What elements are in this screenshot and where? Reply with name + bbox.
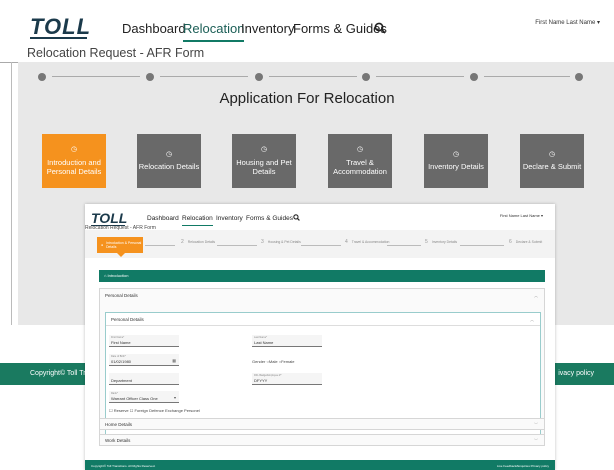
clock-icon: ◷ xyxy=(548,150,556,158)
search-icon[interactable] xyxy=(293,214,300,221)
nav-forms-guides[interactable]: Forms & Guides xyxy=(246,215,293,222)
chevron-up-icon[interactable]: ︿ xyxy=(534,293,538,299)
copyright-text: Copyright© Toll Tra xyxy=(30,370,90,377)
copyright-text: Copyright© Toll Transitions. All Rights … xyxy=(91,463,156,468)
step-card-housing[interactable]: ◷ Housing and Pet Details xyxy=(232,134,296,188)
nav-inventory[interactable]: Inventory xyxy=(216,215,243,222)
nav-relocation[interactable]: Relocation xyxy=(182,215,213,226)
stepper xyxy=(85,230,555,258)
footer-links[interactable]: Live Feedback/Enquiries Privacy policy xyxy=(497,464,549,468)
first-name-field[interactable]: First Name* First Name xyxy=(109,335,179,347)
clock-icon: ◷ xyxy=(452,150,460,158)
step-intro[interactable]: ● Introduction & Personal Details xyxy=(97,237,143,257)
step-card-travel[interactable]: ◷ Travel & Accommodation xyxy=(328,134,392,188)
step-housing[interactable]: 3 Housing & Pet Details xyxy=(261,239,301,245)
nav-forms-guides[interactable]: Forms & Guides xyxy=(293,21,387,36)
step-inventory[interactable]: 5 Inventory Details xyxy=(425,239,457,245)
step-connector xyxy=(387,245,421,246)
progress-dot-3 xyxy=(255,73,263,81)
top-navbar: TOLL Dashboard Relocation Inventory Form… xyxy=(0,0,614,44)
step-connector xyxy=(460,245,504,246)
step-connector xyxy=(217,245,257,246)
employee-id-field[interactable]: DFL Badge/Employee #* DFYYY xyxy=(252,373,322,385)
step-declare[interactable]: 6 Declare & Submit xyxy=(509,239,542,245)
progress-line xyxy=(52,76,140,77)
clock-icon: ◷ xyxy=(356,146,364,154)
step-check-icon: ● xyxy=(101,243,104,247)
footer: Copyright© Toll Transitions. All Rights … xyxy=(85,460,555,470)
form-heading: Application For Relocation xyxy=(219,90,395,107)
step-relocation[interactable]: 2 Relocation Details xyxy=(181,239,215,245)
home-details-section[interactable]: Home Details ﹀ xyxy=(99,418,545,430)
user-menu[interactable]: First Name Last Name ▾ xyxy=(535,19,600,26)
user-menu[interactable]: First Name Last Name ▾ xyxy=(500,213,543,218)
nav-relocation[interactable]: Relocation xyxy=(183,21,245,42)
privacy-link[interactable]: ivacy policy xyxy=(558,370,594,377)
step-card-relocation[interactable]: ◷ Relocation Details xyxy=(137,134,201,188)
inset-screenshot: TOLL Dashboard Relocation Inventory Form… xyxy=(85,204,555,470)
step-card-declare[interactable]: ◷ Declare & Submit xyxy=(520,134,584,188)
nav-dashboard[interactable]: Dashboard xyxy=(122,21,186,36)
department-field[interactable]: Department xyxy=(109,373,179,385)
progress-line xyxy=(269,76,357,77)
chevron-up-icon[interactable]: ︿ xyxy=(530,317,534,323)
chevron-down-icon[interactable]: ﹀ xyxy=(534,438,538,444)
search-icon[interactable] xyxy=(374,22,386,34)
toll-logo[interactable]: TOLL xyxy=(91,210,127,226)
step-travel[interactable]: 4 Travel & Accommodation xyxy=(345,239,389,245)
calendar-icon[interactable]: ▦ xyxy=(172,358,176,363)
progress-dot-4 xyxy=(362,73,370,81)
toll-logo[interactable]: TOLL xyxy=(30,14,91,40)
step-card-inventory[interactable]: ◷ Inventory Details xyxy=(424,134,488,188)
nav-inventory[interactable]: Inventory xyxy=(241,21,294,36)
nav-dashboard[interactable]: Dashboard xyxy=(147,215,179,222)
progress-line xyxy=(160,76,248,77)
chevron-down-icon[interactable]: ﹀ xyxy=(534,422,538,428)
progress-line xyxy=(376,76,464,77)
work-details-section[interactable]: Work Details ﹀ xyxy=(99,434,545,446)
step-connector xyxy=(145,245,175,246)
introduction-bar[interactable]: ⌂ Introduction xyxy=(99,270,545,282)
progress-dot-6 xyxy=(575,73,583,81)
progress-dot-5 xyxy=(470,73,478,81)
dob-field[interactable]: Date of Birth* 01/02/1980 ▦ xyxy=(109,354,179,366)
divider xyxy=(11,62,12,363)
progress-dot-2 xyxy=(146,73,154,81)
page-title: Relocation Request - AFR Form xyxy=(27,46,205,60)
clock-icon: ◷ xyxy=(260,146,268,154)
gender-radio-group: Gender ○Male ○Female xyxy=(252,359,295,364)
clock-icon: ◷ xyxy=(70,146,78,154)
card-header[interactable]: Personal Details ︿ xyxy=(106,313,540,326)
chevron-down-icon[interactable]: ▾ xyxy=(174,395,176,400)
checkbox-group: ☐ Reserve ☐ Foreign Defence Exchange Per… xyxy=(109,408,200,413)
progress-line xyxy=(484,76,570,77)
step-card-intro[interactable]: ◷ Introduction and Personal Details xyxy=(42,134,106,188)
clock-icon: ◷ xyxy=(165,150,173,158)
progress-dot-1 xyxy=(38,73,46,81)
section-header-personal[interactable]: Personal Details ︿ xyxy=(100,289,544,302)
step-connector xyxy=(301,245,341,246)
last-name-field[interactable]: Last Name* Last Name xyxy=(252,335,322,347)
rank-select[interactable]: Rank* Warrant Officer Class One ▾ xyxy=(109,391,179,403)
